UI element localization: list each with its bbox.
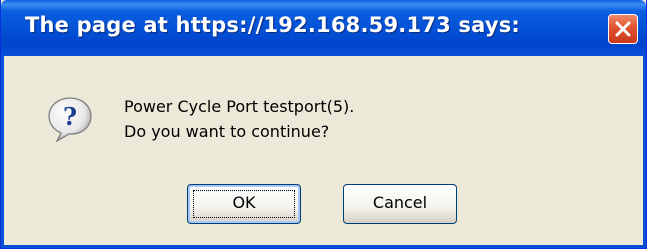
window-frame-left bbox=[1, 56, 4, 248]
dialog-title: The page at https://192.168.59.173 says: bbox=[25, 13, 521, 37]
close-icon bbox=[615, 21, 631, 37]
cancel-button-label: Cancel bbox=[372, 193, 428, 212]
dialog-message: Power Cycle Port testport(5). Do you wan… bbox=[124, 94, 354, 144]
question-icon: ? bbox=[48, 97, 92, 143]
svg-text:?: ? bbox=[63, 102, 77, 131]
message-line: Power Cycle Port testport(5). bbox=[124, 97, 355, 116]
message-line: Do you want to continue? bbox=[124, 122, 330, 141]
ok-button[interactable]: OK bbox=[187, 184, 301, 224]
cancel-button[interactable]: Cancel bbox=[343, 184, 457, 224]
title-bar[interactable]: The page at https://192.168.59.173 says: bbox=[1, 0, 646, 56]
window-frame-right bbox=[643, 56, 646, 248]
confirm-dialog: The page at https://192.168.59.173 says:… bbox=[0, 0, 647, 249]
window-frame-bottom bbox=[1, 245, 646, 248]
close-button[interactable] bbox=[608, 14, 638, 44]
ok-button-label: OK bbox=[232, 193, 256, 212]
